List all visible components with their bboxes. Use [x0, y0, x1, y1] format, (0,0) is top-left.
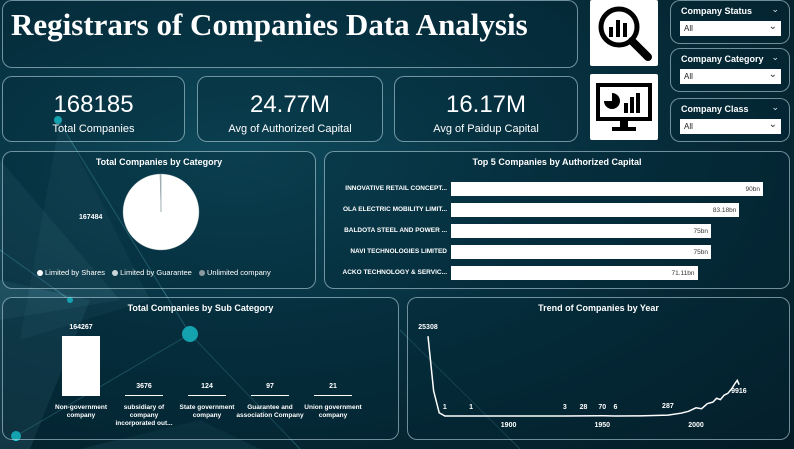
trend-data-label: 287 — [662, 403, 674, 411]
kpi-label: Avg of Paidup Capital — [433, 123, 539, 135]
chevron-down-icon: ⌄ — [768, 119, 777, 130]
bar-category-label: Non-government company — [55, 404, 107, 419]
kpi-total-companies: 168185 Total Companies — [2, 76, 185, 142]
subcategory-bar-panel: Total Companies by Sub Category 164267 No… — [2, 297, 399, 440]
trend-data-label: 1 — [469, 403, 474, 411]
trend-data-label: 1 — [442, 403, 447, 411]
bar[interactable] — [251, 395, 289, 396]
bar-value-label: 75bn — [693, 249, 708, 256]
slicer-menu-icon[interactable]: ⌄ — [771, 4, 779, 15]
bar-row[interactable]: NAVI TECHNOLOGIES LIMITED 75bn — [325, 245, 765, 259]
bar-category-label: INNOVATIVE RETAIL CONCEPT... — [345, 185, 447, 192]
bar-category-label: OLA ELECTRIC MOBILITY LIMIT... — [343, 206, 447, 213]
bar-row[interactable]: OLA ELECTRIC MOBILITY LIMIT... 83.18bn — [325, 203, 765, 217]
trend-data-label: 6 — [613, 403, 618, 411]
bar[interactable] — [62, 336, 100, 396]
bar[interactable] — [451, 224, 711, 238]
bar[interactable] — [125, 394, 163, 396]
bar[interactable] — [451, 266, 698, 280]
slicer-label: Company Class — [681, 104, 749, 114]
legend-item[interactable]: Unlimited company — [198, 268, 271, 277]
company-status-dropdown[interactable]: All ⌄ — [680, 21, 781, 36]
bar-category-label: Guarantee and association Company — [236, 404, 304, 419]
company-category-dropdown[interactable]: All ⌄ — [680, 69, 781, 84]
trend-data-label: 9916 — [731, 387, 747, 395]
chart-title: Top 5 Companies by Authorized Capital — [472, 157, 642, 167]
bar[interactable] — [188, 395, 226, 396]
bar-value-label: 164267 — [69, 324, 93, 331]
dashboard-title: Registrars of Companies Data Analysis — [11, 7, 528, 42]
analytics-search-icon — [590, 0, 658, 66]
trend-data-label: 28 — [579, 403, 588, 411]
x-tick-label: 1900 — [500, 422, 517, 429]
kpi-label: Avg of Authorized Capital — [228, 123, 352, 135]
trend-data-label: 3 — [562, 403, 567, 411]
x-tick-label: 1950 — [594, 422, 611, 429]
bar[interactable] — [451, 182, 763, 196]
bar-row[interactable]: ACKO TECHNOLOGY & SERVIC... 71.11bn — [325, 266, 765, 280]
chevron-down-icon: ⌄ — [768, 21, 777, 32]
kpi-value: 168185 — [53, 91, 134, 118]
bar-category-label: Union government company — [304, 404, 362, 419]
subcategory-bar-area: 164267 Non-government company 3676 subsidia… — [3, 298, 400, 441]
bar-value-label: 3676 — [136, 382, 152, 390]
bar-category-label: BALDOTA STEEL AND POWER ... — [344, 227, 447, 234]
company-class-dropdown[interactable]: All ⌄ — [680, 119, 781, 134]
pie-data-label: 167484 — [79, 214, 103, 221]
slicer-company-category: Company Category ⌄ All ⌄ — [670, 48, 790, 92]
bar-value-label: 21 — [329, 383, 337, 390]
bar-value-label: 71.11bn — [671, 270, 695, 277]
monitor-chart-icon — [590, 74, 658, 140]
pie-legend: Limited by Shares Limited by Guarantee U… — [37, 268, 276, 277]
bar-value-label: 75bn — [693, 228, 708, 235]
bar[interactable] — [451, 203, 740, 217]
bar-value-label: 83.18bn — [712, 207, 737, 214]
bar-category-label: NAVI TECHNOLOGIES LIMITED — [350, 248, 447, 255]
bar[interactable] — [451, 245, 711, 259]
bar-value-label: 90bn — [745, 186, 760, 193]
slicer-menu-icon[interactable]: ⌄ — [771, 52, 779, 63]
legend-item[interactable]: Limited by Shares — [37, 268, 105, 277]
kpi-avg-authorized-capital: 24.77M Avg of Authorized Capital — [197, 76, 383, 142]
chart-title: Total Companies by Category — [95, 157, 223, 167]
trend-data-label: 70 — [598, 403, 607, 411]
kpi-label: Total Companies — [52, 123, 135, 135]
dropdown-value: All — [684, 72, 693, 81]
chevron-down-icon: ⌄ — [768, 69, 777, 80]
slicer-company-class: Company Class ⌄ All ⌄ — [670, 98, 790, 142]
kpi-value: 16.17M — [445, 91, 527, 118]
x-tick-label: 2000 — [688, 422, 704, 429]
bar[interactable] — [314, 395, 352, 396]
trend-labels: 25308 1 1 3 28 70 6 287 9916 1900 1950 2000 — [408, 298, 791, 441]
bar-value-label: 97 — [266, 383, 274, 390]
slicer-label: Company Status — [681, 6, 753, 16]
slicer-company-status: Company Status ⌄ All ⌄ — [670, 0, 790, 44]
bar-row[interactable]: INNOVATIVE RETAIL CONCEPT... 90bn — [325, 182, 765, 196]
title-card: Registrars of Companies Data Analysis — [2, 0, 578, 68]
pie-chart — [122, 173, 200, 251]
top5-bar-area: INNOVATIVE RETAIL CONCEPT... 90bn OLA ELEC… — [325, 182, 791, 282]
slicer-label: Company Category — [681, 54, 764, 64]
bar-value-label: 124 — [201, 383, 213, 390]
bar-category-label: subsidiary of company incorporated out..… — [115, 404, 173, 427]
bar-category-label: State government company — [179, 404, 235, 419]
legend-item[interactable]: Limited by Guarantee — [112, 268, 192, 277]
dropdown-value: All — [684, 122, 693, 131]
trend-line-panel: Trend of Companies by Year 25308 1 1 3 28 70 6… — [407, 297, 790, 440]
category-pie-panel: Total Companies by Category 167484 Limit… — [2, 151, 316, 289]
dropdown-value: All — [684, 24, 693, 33]
kpi-avg-paidup-capital: 16.17M Avg of Paidup Capital — [394, 76, 578, 142]
bar-row[interactable]: BALDOTA STEEL AND POWER ... 75bn — [325, 224, 765, 238]
trend-data-label: 25308 — [418, 324, 438, 332]
slicer-menu-icon[interactable]: ⌄ — [771, 102, 779, 113]
kpi-value: 24.77M — [249, 91, 331, 118]
bar-category-label: ACKO TECHNOLOGY & SERVIC... — [342, 269, 448, 276]
top5-bar-panel: Top 5 Companies by Authorized Capital IN… — [324, 151, 790, 289]
